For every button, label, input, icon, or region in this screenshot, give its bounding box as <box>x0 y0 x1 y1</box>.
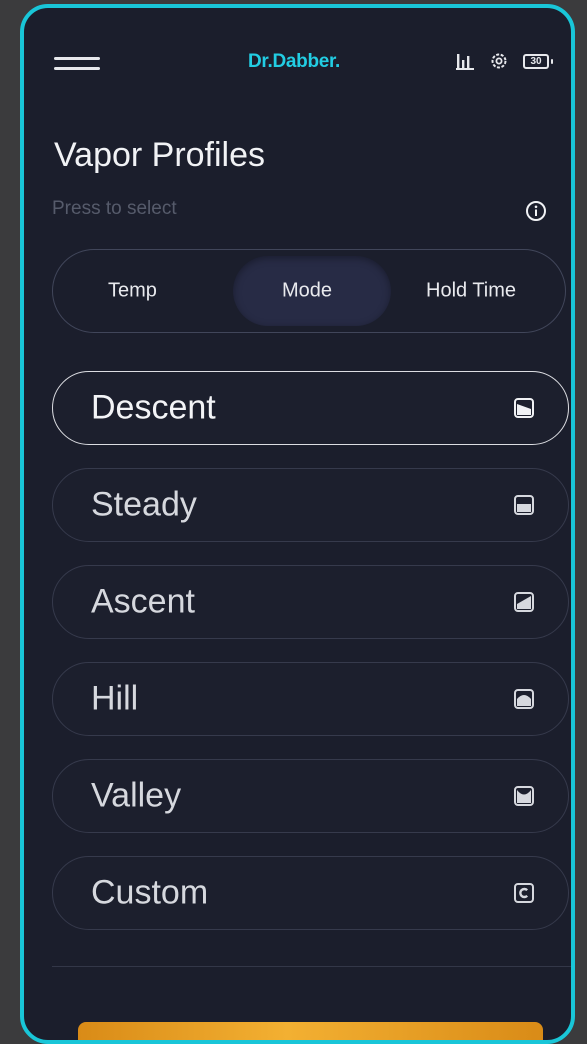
profile-item-descent[interactable]: Descent <box>52 371 569 445</box>
profile-filter-tabs: Temp Mode Hold Time <box>52 249 566 333</box>
ascent-icon <box>514 592 534 612</box>
steady-icon <box>514 495 534 515</box>
info-icon[interactable] <box>525 200 547 222</box>
divider <box>52 966 571 967</box>
profile-item-custom[interactable]: Custom <box>52 856 569 930</box>
primary-action-button[interactable] <box>78 1022 543 1040</box>
tab-temp[interactable]: Temp <box>108 280 157 303</box>
custom-icon <box>514 883 534 903</box>
battery-icon: 30 <box>523 53 553 69</box>
battery-level: 30 <box>523 53 549 69</box>
profile-label: Valley <box>91 776 182 815</box>
settings-gear-icon[interactable] <box>489 51 509 71</box>
menu-icon[interactable] <box>54 57 100 73</box>
profile-label: Custom <box>91 873 209 912</box>
profile-label: Steady <box>91 485 197 524</box>
page-title: Vapor Profiles <box>54 136 266 174</box>
brand-logo: Dr.Dabber. <box>248 51 341 72</box>
profile-item-steady[interactable]: Steady <box>52 468 569 542</box>
profile-label: Ascent <box>91 582 195 621</box>
descent-icon <box>514 398 534 418</box>
tab-hold-time[interactable]: Hold Time <box>426 280 516 303</box>
valley-icon <box>514 786 534 806</box>
top-icons: 30 <box>455 50 553 72</box>
phone-frame: Dr.Dabber. 30 Vapor Profiles Press to se… <box>20 4 575 1044</box>
profile-item-valley[interactable]: Valley <box>52 759 569 833</box>
page-subtitle: Press to select <box>52 198 177 219</box>
profile-label: Hill <box>91 679 139 718</box>
bar-chart-icon[interactable] <box>455 51 475 71</box>
hill-icon <box>514 689 534 709</box>
tab-mode[interactable]: Mode <box>282 280 332 303</box>
profile-item-hill[interactable]: Hill <box>52 662 569 736</box>
top-bar: Dr.Dabber. 30 <box>24 8 571 108</box>
profile-label: Descent <box>91 388 216 427</box>
profile-item-ascent[interactable]: Ascent <box>52 565 569 639</box>
